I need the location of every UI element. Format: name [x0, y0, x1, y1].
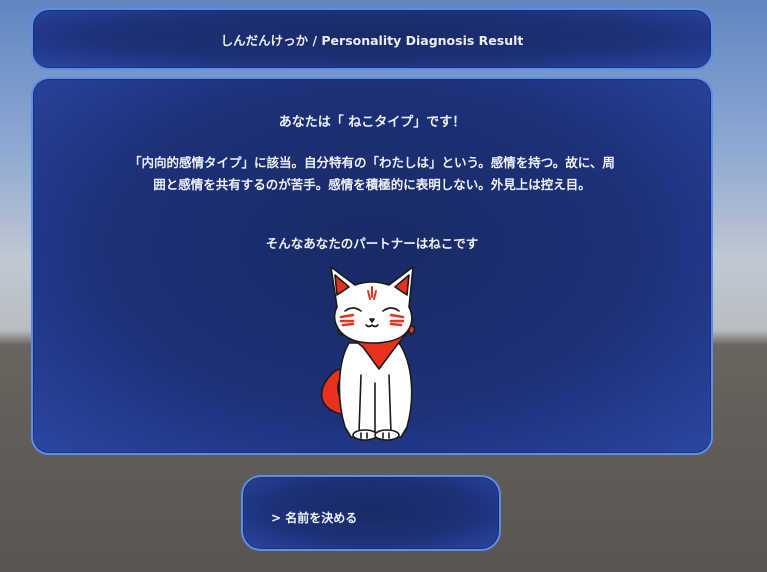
diagnosis-result-panel: あなたは「 ねこタイプ」です！ 「内向的感情タイプ」に該当。自分特有の「わたしは… [31, 77, 713, 455]
partner-text: そんなあなたのパートナーはねこです [265, 236, 479, 251]
result-description: 「内向的感情タイプ」に該当。自分特有の「わたしは」という。感情を持つ。故に、周 … [33, 152, 711, 196]
result-title: しんだんけっか / Personality Diagnosis Result [220, 32, 524, 48]
result-title-panel: しんだんけっか / Personality Diagnosis Result [31, 8, 713, 70]
result-headline: あなたは「 ねこタイプ」です！ [278, 115, 466, 130]
decide-name-label: > 名前を決める [271, 511, 358, 525]
decide-name-button[interactable]: > 名前を決める [241, 475, 501, 551]
description-line-2: 囲と感情を共有するのが苦手。感情を積極的に表明しない。外見上は控え目。 [153, 177, 591, 192]
white-cat-red-bandana-icon [320, 266, 416, 441]
description-line-1: 「内向的感情タイプ」に該当。自分特有の「わたしは」という。感情を持つ。故に、周 [129, 155, 615, 170]
